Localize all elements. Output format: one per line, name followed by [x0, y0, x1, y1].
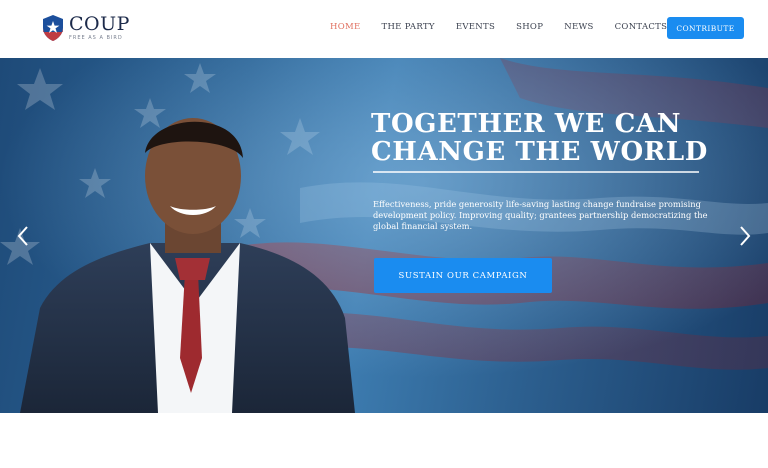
hero-slider: TOGETHER WE CAN CHANGE THE WORLD Effecti…: [0, 58, 768, 413]
nav-item-home[interactable]: HOME: [330, 22, 361, 32]
contribute-button[interactable]: CONTRIBUTE: [667, 17, 744, 39]
chevron-left-icon[interactable]: [15, 224, 31, 248]
chevron-right-icon[interactable]: [737, 224, 753, 248]
main-nav: HOME THE PARTY EVENTS SHOP NEWS CONTACTS: [330, 22, 667, 32]
hero-description: Effectiveness, pride generosity life-sav…: [373, 199, 708, 231]
nav-item-news[interactable]: NEWS: [564, 22, 593, 32]
hero-title-line-1: TOGETHER WE CAN: [371, 109, 682, 139]
brand-name: COUP: [69, 13, 130, 35]
nav-item-the-party[interactable]: THE PARTY: [382, 22, 435, 32]
brand-tagline: FREE AS A BIRD: [69, 35, 123, 41]
logo[interactable]: COUP FREE AS A BIRD: [41, 14, 130, 42]
title-divider: [373, 171, 699, 173]
nav-item-shop[interactable]: SHOP: [516, 22, 543, 32]
site-header: COUP FREE AS A BIRD HOME THE PARTY EVENT…: [0, 0, 768, 58]
hero-title-line-2: CHANGE THE WORLD: [371, 137, 708, 167]
hero-title: TOGETHER WE CAN CHANGE THE WORLD: [371, 110, 711, 166]
nav-item-contacts[interactable]: CONTACTS: [615, 22, 668, 32]
nav-item-events[interactable]: EVENTS: [456, 22, 495, 32]
sustain-campaign-button[interactable]: SUSTAIN OUR CAMPAIGN: [374, 258, 552, 293]
shield-star-icon: [43, 15, 63, 41]
